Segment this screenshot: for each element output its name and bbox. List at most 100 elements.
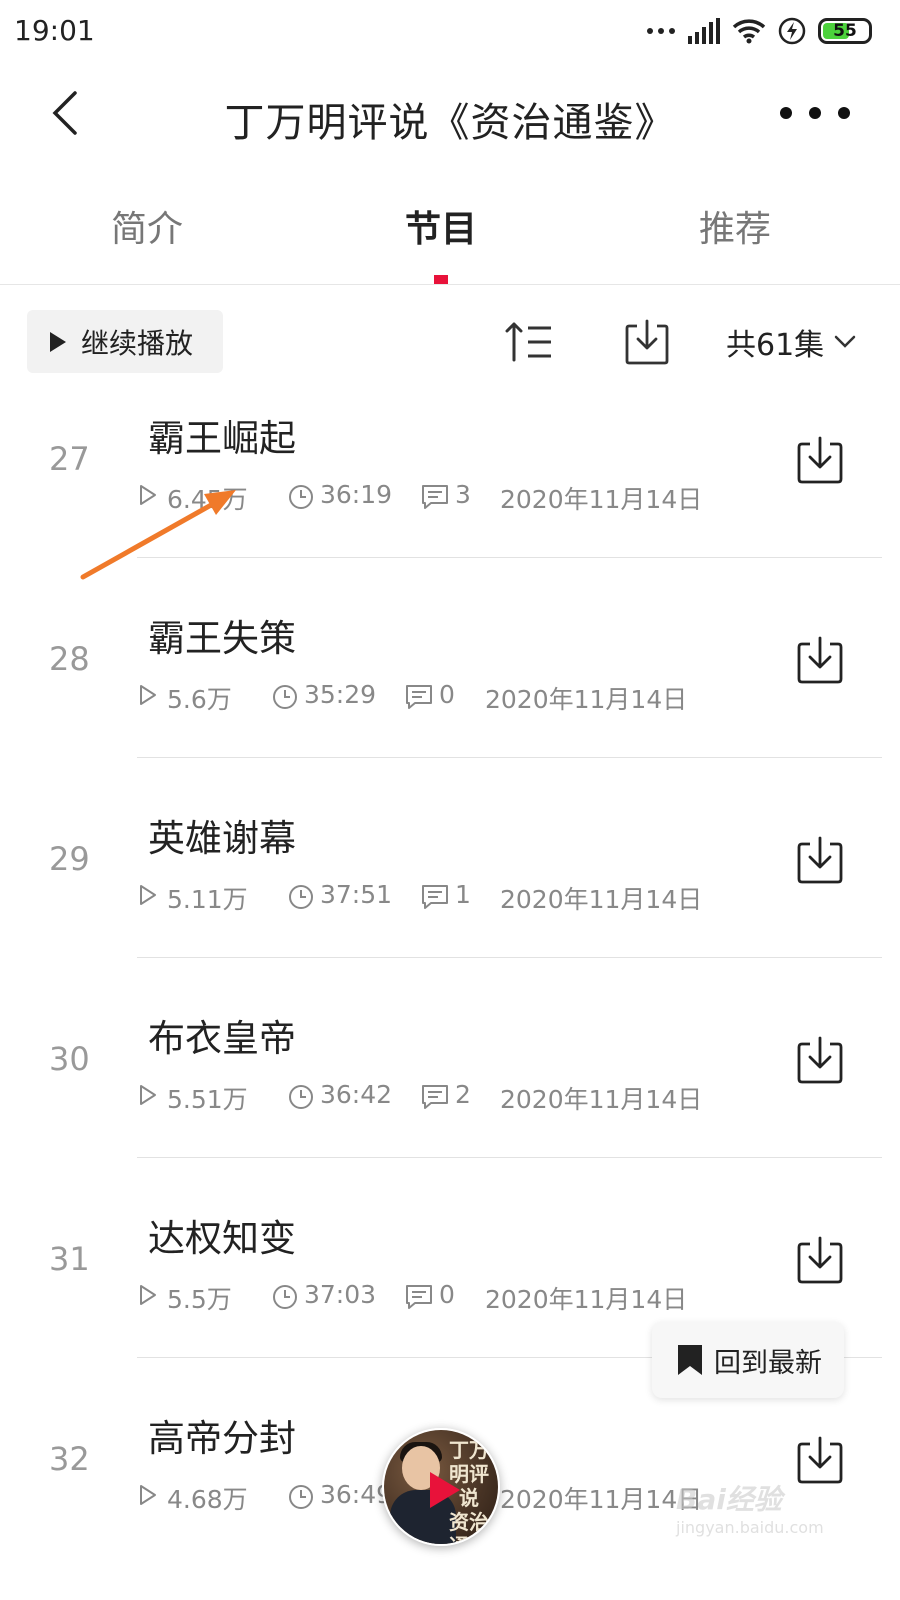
status-icons: 55: [646, 14, 872, 48]
episode-download-button[interactable]: [796, 436, 844, 484]
episode-title: 英雄谢幕: [148, 817, 296, 860]
clock-icon: [289, 485, 313, 509]
episode-meta: 5.5万 37:03 0 2020年11月14日: [0, 1280, 780, 1314]
episode-title: 霸王失策: [148, 617, 296, 660]
episode-item[interactable]: 28 霸王失策 5.6万 35:29 0 2020年11月14日: [0, 558, 900, 758]
episode-item[interactable]: 30 布衣皇帝 5.51万 36:42 2 2020年11月14日: [0, 958, 900, 1158]
comment-icon: [422, 885, 448, 909]
episode-title: 高帝分封: [148, 1417, 296, 1460]
download-icon: [797, 636, 843, 684]
clock-icon: [289, 885, 313, 909]
play-count-icon: [140, 1085, 156, 1105]
comment-icon: [406, 685, 432, 709]
episode-comment-count: 0: [439, 1280, 455, 1309]
episode-meta: 5.51万 36:42 2 2020年11月14日: [0, 1080, 780, 1114]
tab-bar: 简介 节目 推荐: [0, 190, 900, 285]
tab-recommend[interactable]: 推荐: [699, 200, 771, 252]
comment-icon: [422, 1085, 448, 1109]
episode-comment-count: 2: [455, 1080, 471, 1109]
episode-number: 28: [49, 640, 90, 678]
episode-play-count: 4.68万: [167, 1485, 248, 1514]
episode-comment-count: 3: [455, 480, 471, 509]
header: 丁万明评说《资治通鉴》: [0, 68, 900, 158]
play-count-icon: [140, 885, 156, 905]
watermark: Bai经验 jingyan.baidu.com: [676, 1478, 846, 1554]
episode-duration: 36:42: [320, 1080, 393, 1109]
battery-icon: 55: [818, 18, 872, 44]
back-to-latest-button[interactable]: 回到最新: [652, 1322, 844, 1398]
episode-comment-count: 0: [439, 680, 455, 709]
episode-duration: 37:03: [304, 1280, 377, 1309]
episode-date: 2020年11月14日: [500, 1085, 703, 1114]
episode-play-count: 5.11万: [167, 885, 248, 914]
episode-number: 29: [49, 840, 90, 878]
episode-date: 2020年11月14日: [485, 1285, 688, 1314]
episode-date: 2020年11月14日: [485, 685, 688, 714]
episode-download-button[interactable]: [796, 836, 844, 884]
battery-level: 55: [833, 21, 857, 41]
download-icon: [797, 1036, 843, 1084]
episode-title: 霸王崛起: [148, 417, 296, 460]
status-bar: 19:01 55: [0, 0, 900, 62]
play-count-icon: [140, 1485, 156, 1505]
episode-duration: 35:29: [304, 680, 377, 709]
episode-date: 2020年11月14日: [500, 485, 703, 514]
episode-number: 32: [49, 1440, 90, 1478]
episode-number: 31: [49, 1240, 90, 1278]
watermark-url: jingyan.baidu.com: [676, 1518, 824, 1537]
tab-intro[interactable]: 简介: [111, 200, 183, 252]
status-time: 19:01: [14, 14, 95, 47]
clock-icon: [273, 1285, 297, 1309]
more-dots-icon: [780, 107, 792, 119]
episode-duration: 37:51: [320, 880, 393, 909]
tab-episodes[interactable]: 节目: [405, 200, 477, 252]
episode-meta: 5.11万 37:51 1 2020年11月14日: [0, 880, 780, 914]
mini-player[interactable]: 丁万明评说 资治通鉴: [382, 1428, 500, 1546]
play-count-icon: [140, 685, 156, 705]
episode-item[interactable]: 29 英雄谢幕 5.11万 37:51 1 2020年11月14日: [0, 758, 900, 958]
clock-icon: [273, 685, 297, 709]
episode-duration: 36:19: [320, 480, 393, 509]
back-to-latest-label: 回到最新: [714, 1347, 822, 1379]
page-title: 丁万明评说《资治通鉴》: [224, 100, 676, 146]
download-icon: [797, 1236, 843, 1284]
episode-download-button[interactable]: [796, 1236, 844, 1284]
episode-download-button[interactable]: [796, 1036, 844, 1084]
episode-meta: 5.6万 35:29 0 2020年11月14日: [0, 680, 780, 714]
episode-number: 30: [49, 1040, 90, 1078]
player-play-icon[interactable]: [430, 1472, 460, 1508]
play-count-icon: [140, 485, 156, 505]
clock-icon: [289, 1485, 313, 1509]
dots-icon: [647, 28, 675, 34]
play-count-icon: [140, 1285, 156, 1305]
episode-date: 2020年11月14日: [500, 885, 703, 914]
download-icon: [797, 836, 843, 884]
bookmark-icon: [678, 1345, 702, 1375]
episode-play-count: 5.5万: [167, 1285, 232, 1314]
play-icon: [50, 331, 66, 352]
episode-number: 27: [49, 440, 90, 478]
episode-play-count: 5.51万: [167, 1085, 248, 1114]
clock-icon: [289, 1085, 313, 1109]
comment-icon: [406, 1285, 432, 1309]
charging-icon: [778, 17, 806, 45]
active-tab-indicator: [434, 275, 448, 284]
comment-icon: [422, 485, 448, 509]
episode-download-button[interactable]: [796, 636, 844, 684]
episode-play-count: 6.45万: [167, 485, 248, 514]
episode-download-button[interactable]: [796, 1436, 844, 1484]
watermark-logo: Bai经验: [676, 1483, 782, 1516]
chevron-down-icon: [834, 335, 856, 348]
more-button[interactable]: [780, 90, 850, 136]
episode-item[interactable]: 27 霸王崛起 6.45万 36:19 3 2020年11月14日: [0, 358, 900, 558]
episode-title: 达权知变: [148, 1217, 296, 1260]
episode-title: 布衣皇帝: [148, 1017, 296, 1060]
download-icon: [797, 1436, 843, 1484]
wifi-icon: [732, 19, 766, 44]
episode-comment-count: 1: [455, 880, 471, 909]
episode-play-count: 5.6万: [167, 685, 232, 714]
download-icon: [797, 436, 843, 484]
episode-meta: 6.45万 36:19 3 2020年11月14日: [0, 480, 780, 514]
episode-date: 2020年11月14日: [500, 1485, 703, 1514]
signal-icon: [688, 18, 720, 44]
